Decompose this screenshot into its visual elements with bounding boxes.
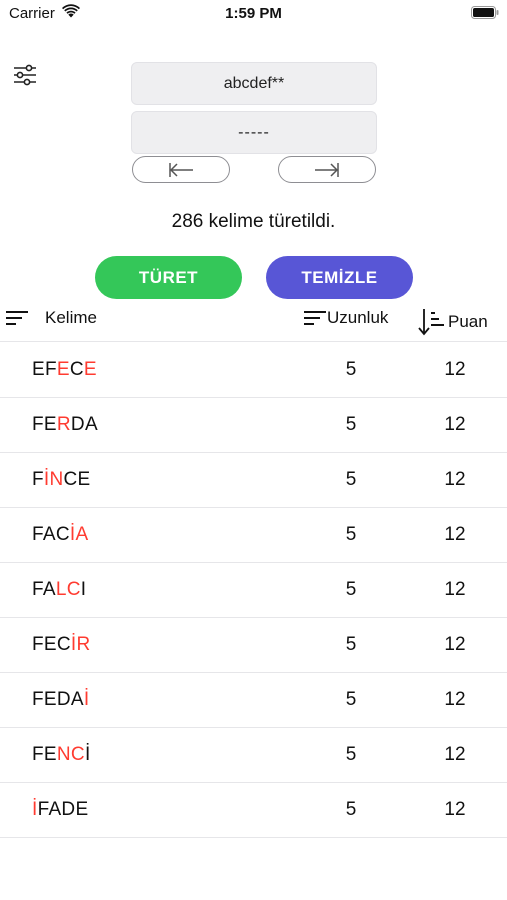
word-row[interactable]: İFADE 5 12 [0, 783, 507, 838]
length-column-label: Uzunluk [327, 308, 389, 327]
sort-lines-icon [6, 311, 28, 325]
points-cell: 12 [444, 634, 466, 655]
word-row[interactable]: EFECE 5 12 [0, 343, 507, 398]
points-cell: 12 [444, 414, 466, 435]
word-row[interactable]: FACİA 5 12 [0, 508, 507, 563]
word-fragment: FAC [32, 524, 70, 545]
word-row[interactable]: FİNCE 5 12 [0, 453, 507, 508]
word-column-label: Kelime [45, 308, 97, 327]
points-column-label: Puan [448, 312, 488, 331]
sort-by-length-button[interactable]: Uzunluk [303, 308, 388, 328]
word-row[interactable]: FERDA 5 12 [0, 398, 507, 453]
word-cell: FERDA [32, 414, 98, 436]
word-fragment: FEDA [32, 689, 84, 710]
word-row[interactable]: FEDAİ 5 12 [0, 673, 507, 728]
sort-descending-icon [418, 309, 444, 336]
word-fragment-highlighted: İR [70, 634, 91, 655]
sliders-icon [14, 64, 36, 86]
word-fragment: DA [70, 414, 98, 435]
word-fragment: CE [63, 469, 91, 490]
word-fragment: F [32, 469, 44, 490]
length-cell: 5 [345, 579, 357, 600]
word-cell: FALCI [32, 579, 86, 601]
word-cell: FECİR [32, 634, 91, 656]
points-cell: 12 [444, 744, 466, 765]
word-cell: FENCİ [32, 744, 91, 766]
length-cell: 5 [345, 799, 357, 820]
word-cell: FACİA [32, 524, 88, 546]
word-list: EFECE 5 12 FERDA 5 12 FİNCE 5 12 FACİA 5 12 FALCI 5 12… [0, 343, 507, 838]
status-bar: Carrier 1:59 PM [0, 0, 507, 30]
word-cell: İFADE [32, 799, 88, 821]
word-cell: FEDAİ [32, 689, 89, 711]
sort-by-points-button[interactable]: Puan [418, 308, 488, 336]
points-cell: 12 [444, 359, 466, 380]
word-fragment: FE [32, 744, 57, 765]
word-fragment-highlighted: E [83, 359, 97, 380]
word-fragment-highlighted: NC [56, 744, 85, 765]
word-row[interactable]: FECİR 5 12 [0, 618, 507, 673]
word-fragment: FA [32, 579, 56, 600]
word-fragment-highlighted: İN [43, 469, 64, 490]
word-fragment: I [80, 579, 87, 600]
sort-lines-icon [304, 311, 326, 325]
clock: 1:59 PM [225, 5, 282, 22]
cursor-end-button[interactable] [278, 156, 376, 183]
word-fragment: FE [32, 414, 57, 435]
word-fragment: EF [32, 359, 57, 380]
table-header: Kelime Uzunluk Puan [0, 300, 507, 342]
points-cell: 12 [444, 524, 466, 545]
word-fragment-highlighted: LC [55, 579, 81, 600]
word-fragment-highlighted: İ [83, 689, 90, 710]
temizle-button[interactable]: TEMİZLE [266, 256, 413, 299]
word-cell: EFECE [32, 359, 97, 381]
battery-icon [471, 6, 499, 19]
points-cell: 12 [444, 799, 466, 820]
word-row[interactable]: FALCI 5 12 [0, 563, 507, 618]
length-cell: 5 [345, 744, 357, 765]
cursor-start-button[interactable] [132, 156, 230, 183]
length-cell: 5 [345, 469, 357, 490]
length-cell: 5 [345, 689, 357, 710]
word-fragment-highlighted: E [56, 359, 70, 380]
word-fragment: C [69, 359, 84, 380]
word-cell: FİNCE [32, 469, 91, 491]
length-cell: 5 [345, 634, 357, 655]
length-cell: 5 [345, 414, 357, 435]
word-fragment: FADE [37, 799, 89, 820]
word-fragment-highlighted: İA [69, 524, 89, 545]
arrow-to-end-icon [315, 162, 339, 177]
pattern-input[interactable]: ----- [131, 111, 377, 154]
word-fragment: İ [84, 744, 91, 765]
points-cell: 12 [444, 579, 466, 600]
points-cell: 12 [444, 469, 466, 490]
filter-settings-button[interactable] [12, 62, 38, 88]
length-cell: 5 [345, 359, 357, 380]
word-fragment-highlighted: R [56, 414, 71, 435]
turet-button[interactable]: TÜRET [95, 256, 242, 299]
length-cell: 5 [345, 524, 357, 545]
word-fragment: FEC [32, 634, 71, 655]
sort-by-word-button[interactable]: Kelime [5, 308, 97, 328]
points-cell: 12 [444, 689, 466, 710]
arrow-to-start-icon [169, 162, 193, 177]
word-row[interactable]: FENCİ 5 12 [0, 728, 507, 783]
letters-input[interactable]: abcdef** [131, 62, 377, 105]
result-count-text: 286 kelime türetildi. [171, 211, 336, 232]
